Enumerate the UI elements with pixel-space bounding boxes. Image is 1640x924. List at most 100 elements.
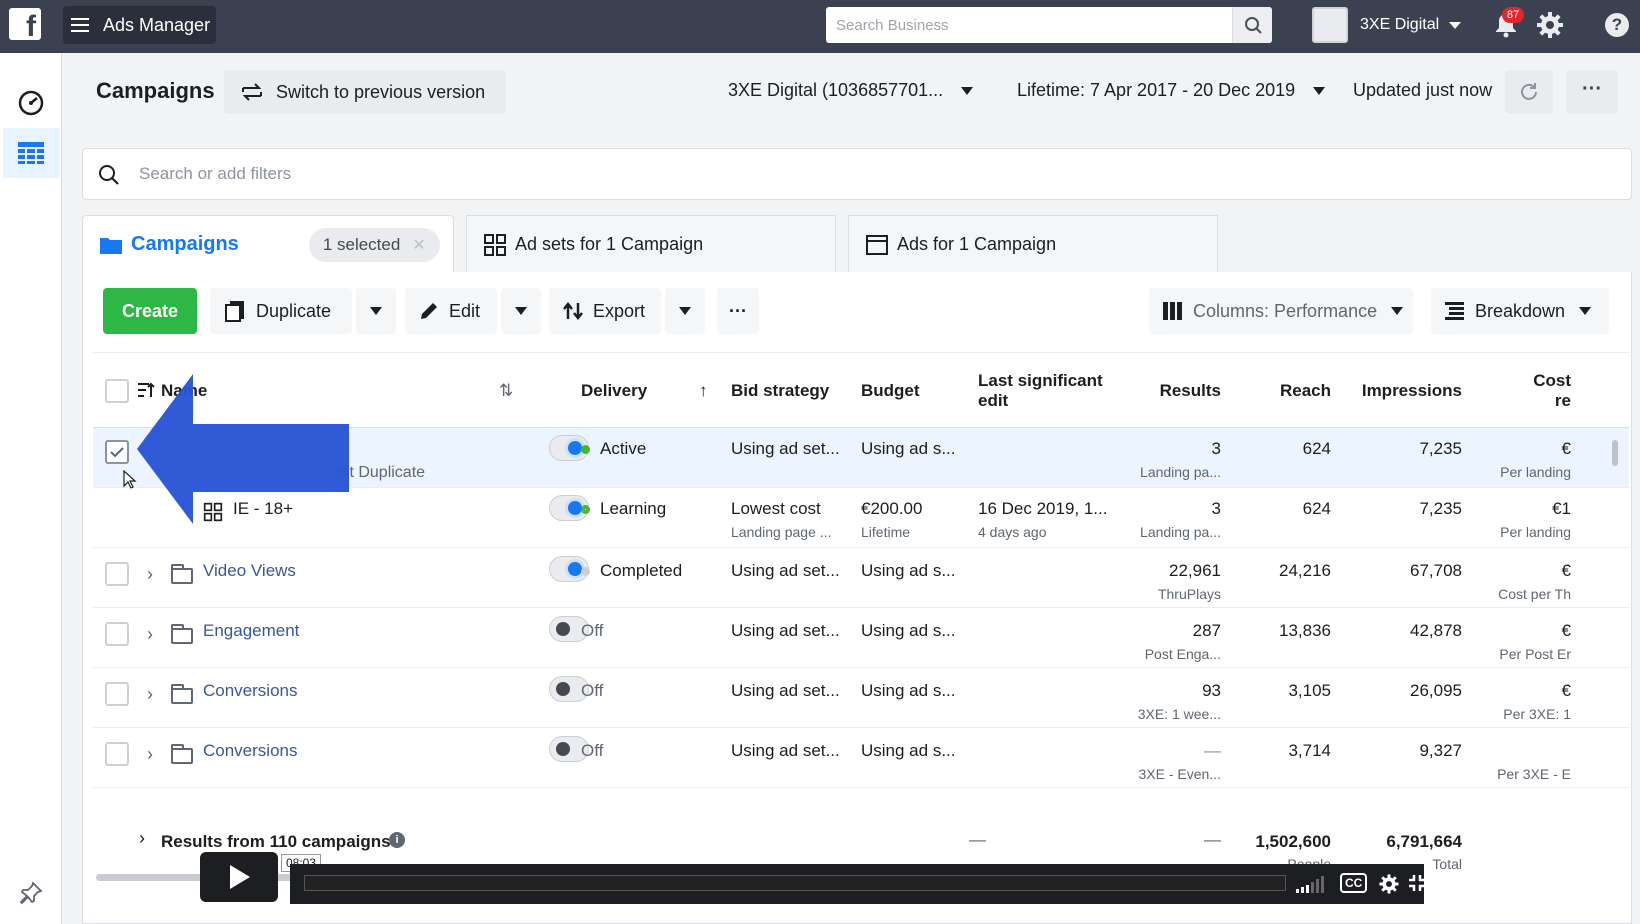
sort-icon[interactable]: ⇅ bbox=[499, 353, 513, 429]
page-title: Campaigns bbox=[96, 78, 215, 103]
cost: € bbox=[1561, 681, 1571, 700]
rail-item-account-overview[interactable] bbox=[3, 78, 59, 128]
close-icon[interactable]: ✕ bbox=[412, 237, 425, 254]
row-checkbox[interactable] bbox=[105, 622, 129, 646]
status-dot-icon bbox=[581, 505, 590, 515]
column-header-results[interactable]: Results bbox=[1133, 353, 1221, 429]
export-dropdown[interactable] bbox=[665, 288, 705, 334]
info-icon[interactable]: i bbox=[389, 832, 405, 848]
edit-button[interactable]: Edit bbox=[405, 288, 497, 334]
bid-strategy: Using ad set... bbox=[731, 561, 840, 580]
column-header-delivery[interactable]: Delivery bbox=[581, 353, 647, 429]
column-header-bid-strategy[interactable]: Bid strategy bbox=[731, 353, 829, 429]
totals-reach: 1,502,600 bbox=[1255, 832, 1331, 851]
chevron-right-icon[interactable]: › bbox=[147, 684, 153, 705]
row-checkbox[interactable] bbox=[105, 742, 129, 766]
filter-search-input[interactable] bbox=[139, 149, 739, 199]
hamburger-icon bbox=[71, 14, 89, 36]
budget: Using ad s... bbox=[861, 681, 956, 700]
impressions: 7,235 bbox=[1419, 439, 1462, 458]
columns-button[interactable]: Columns: Performance bbox=[1149, 288, 1413, 334]
facebook-logo-icon[interactable]: f bbox=[9, 8, 41, 40]
account-switcher[interactable]: 3XE Digital bbox=[1312, 7, 1462, 43]
budget: Using ad s... bbox=[861, 561, 956, 580]
create-button[interactable]: Create bbox=[103, 288, 197, 334]
export-arrows-icon bbox=[563, 301, 583, 321]
tab-campaigns[interactable]: Campaigns 1 selected ✕ bbox=[82, 215, 454, 273]
table-content: Create Duplicate Edit Export ··· Columns… bbox=[82, 272, 1632, 924]
cost-type: Per 3XE - E bbox=[1497, 766, 1571, 782]
export-button[interactable]: Export bbox=[549, 288, 661, 334]
reach: 3,714 bbox=[1288, 741, 1331, 760]
row-hover-actions[interactable]: dit Duplicate bbox=[337, 464, 425, 482]
tab-ad-sets[interactable]: Ad sets for 1 Campaign bbox=[466, 215, 836, 273]
play-button[interactable] bbox=[200, 852, 278, 902]
duplicate-button[interactable]: Duplicate bbox=[210, 288, 352, 334]
duplicate-dropdown[interactable] bbox=[356, 288, 396, 334]
columns-icon bbox=[1163, 302, 1182, 320]
tab-ads[interactable]: Ads for 1 Campaign bbox=[848, 215, 1218, 273]
business-search-input[interactable] bbox=[836, 7, 1236, 43]
tab-campaigns-label: Campaigns bbox=[131, 233, 239, 255]
bid-strategy: Using ad set... bbox=[731, 439, 840, 458]
gear-icon[interactable] bbox=[1535, 10, 1565, 40]
closed-captions-icon[interactable]: CC bbox=[1340, 873, 1368, 893]
cost: €1 bbox=[1552, 499, 1571, 518]
settings-gear-icon[interactable] bbox=[1378, 873, 1400, 895]
breakdown-button[interactable]: Breakdown bbox=[1431, 288, 1609, 334]
toolbar-more-button[interactable]: ··· bbox=[717, 288, 759, 334]
select-all-checkbox[interactable] bbox=[105, 379, 129, 403]
app-name: Ads Manager bbox=[103, 14, 211, 35]
selected-chip[interactable]: 1 selected ✕ bbox=[308, 227, 440, 262]
delivery-status: Off bbox=[581, 621, 604, 640]
column-header-last-edit[interactable]: Last significant edit bbox=[978, 353, 1118, 429]
refresh-button[interactable] bbox=[1505, 70, 1553, 114]
date-range-select[interactable]: Lifetime: 7 Apr 2017 - 20 Dec 2019 bbox=[1017, 80, 1326, 101]
campaign-name[interactable]: Engagement bbox=[203, 621, 299, 641]
ads-manager-menu-button[interactable]: Ads Manager bbox=[63, 6, 216, 44]
table-row[interactable]: › Conversions Off Using ad set... Using … bbox=[93, 668, 1629, 728]
sort-ascending-icon[interactable]: ↑ bbox=[699, 353, 708, 429]
impressions: 26,095 bbox=[1410, 681, 1462, 700]
reach: 3,105 bbox=[1288, 681, 1331, 700]
notification-badge: 87 bbox=[1502, 7, 1524, 23]
scrollbar-thumb[interactable] bbox=[1612, 440, 1618, 466]
switch-version-button[interactable]: Switch to previous version bbox=[224, 70, 506, 114]
column-header-cost[interactable]: Cost re bbox=[1523, 353, 1571, 429]
table-row[interactable]: › Conversions Off Using ad set... Using … bbox=[93, 728, 1629, 788]
campaign-name[interactable]: Video Views bbox=[203, 561, 296, 581]
row-checkbox[interactable] bbox=[105, 440, 129, 464]
folder-icon bbox=[171, 684, 193, 704]
table-row[interactable]: › Engagement Off Using ad set... Using a… bbox=[93, 608, 1629, 668]
more-options-button[interactable]: ··· bbox=[1566, 70, 1618, 114]
column-header-reach[interactable]: Reach bbox=[1243, 353, 1331, 429]
table-row[interactable]: › Video Views Completed Using ad set... … bbox=[93, 548, 1629, 608]
swap-arrows-icon bbox=[242, 83, 262, 101]
video-seek-track[interactable] bbox=[304, 875, 1286, 891]
rail-item-campaigns[interactable] bbox=[3, 128, 59, 178]
column-header-budget[interactable]: Budget bbox=[861, 353, 920, 429]
volume-bars-icon[interactable] bbox=[1296, 875, 1326, 893]
search-button[interactable] bbox=[1232, 7, 1272, 43]
row-checkbox[interactable] bbox=[105, 562, 129, 586]
row-checkbox[interactable] bbox=[105, 682, 129, 706]
chevron-right-icon[interactable]: › bbox=[139, 828, 145, 849]
reach: 624 bbox=[1302, 499, 1331, 518]
updated-status: Updated just now bbox=[1353, 80, 1493, 100]
delivery-status: Active bbox=[581, 439, 646, 459]
edit-dropdown[interactable] bbox=[501, 288, 541, 334]
column-header-impressions[interactable]: Impressions bbox=[1348, 353, 1462, 429]
campaign-name[interactable]: Conversions bbox=[203, 681, 298, 701]
delivery-status: Off bbox=[581, 681, 604, 700]
help-icon[interactable]: ? bbox=[1605, 13, 1629, 37]
campaign-name[interactable]: Conversions bbox=[203, 741, 298, 761]
fullscreen-exit-icon[interactable] bbox=[1408, 874, 1426, 892]
chevron-right-icon[interactable]: › bbox=[147, 564, 153, 585]
chevron-down-icon bbox=[1391, 307, 1404, 315]
chevron-right-icon[interactable]: › bbox=[147, 744, 153, 765]
chevron-right-icon[interactable]: › bbox=[147, 624, 153, 645]
results: 3 bbox=[1211, 439, 1221, 458]
pin-icon[interactable] bbox=[18, 880, 44, 906]
impressions: 42,878 bbox=[1410, 621, 1462, 640]
ad-account-select[interactable]: 3XE Digital (1036857701... bbox=[728, 80, 974, 101]
